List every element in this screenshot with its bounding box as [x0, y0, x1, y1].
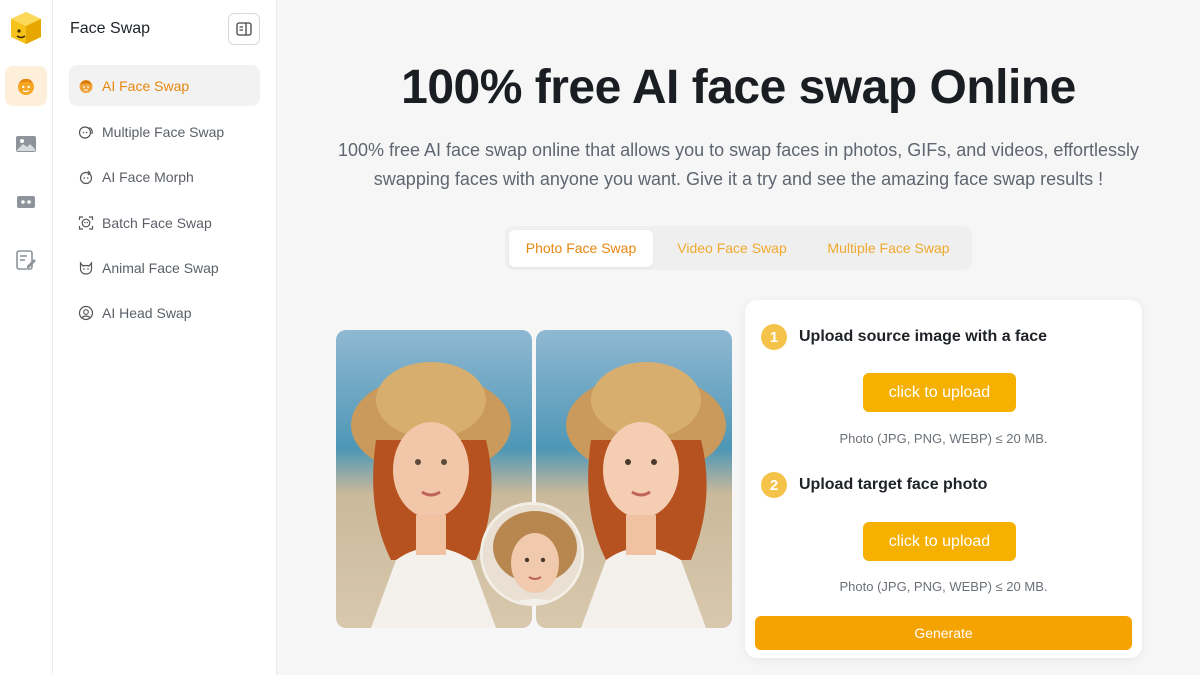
sidebar-item-label: AI Face Morph	[102, 168, 194, 185]
main-content: 100% free AI face swap Online 100% free …	[277, 0, 1200, 675]
upload-hint: Photo (JPG, PNG, WEBP) ≤ 20 MB.	[839, 431, 1048, 446]
upload-card: 1 Upload source image with a face click …	[745, 300, 1142, 658]
image-icon	[16, 136, 36, 152]
rail-image-button[interactable]	[5, 124, 47, 164]
sidebar-item-label: Multiple Face Swap	[102, 123, 225, 140]
face-swap-icon	[18, 78, 34, 95]
step-label: Upload target face photo	[799, 476, 988, 493]
swap-mode-tabs: Photo Face Swap Video Face Swap Multiple…	[505, 226, 972, 270]
edit-icon	[16, 250, 36, 270]
tab-photo-face-swap[interactable]: Photo Face Swap	[509, 229, 653, 267]
sidebar-item-multiple-face-swap[interactable]: Multiple Face Swap	[69, 111, 260, 152]
sidebar: Face Swap AI Face Swap Multiple Face Swa…	[53, 0, 277, 675]
page-subtitle: 100% free AI face swap online that allow…	[327, 136, 1150, 194]
sidebar-item-ai-face-swap[interactable]: AI Face Swap	[69, 65, 260, 106]
step-1: 1 Upload source image with a face	[761, 324, 1047, 350]
upload-source-button[interactable]: click to upload	[863, 373, 1016, 412]
generate-button[interactable]: Generate	[755, 616, 1132, 650]
upload-target-button[interactable]: click to upload	[863, 522, 1016, 561]
source-face-thumbnail	[480, 502, 584, 606]
tab-multiple-face-swap[interactable]: Multiple Face Swap	[811, 230, 966, 267]
step-number-badge: 2	[761, 472, 787, 498]
step-2: 2 Upload target face photo	[761, 472, 987, 498]
sidebar-item-label: Batch Face Swap	[102, 214, 212, 231]
subtitle-line: swapping faces with anyone you want. Giv…	[373, 169, 1104, 189]
video-icon	[17, 196, 35, 208]
sidebar-item-label: AI Face Swap	[102, 77, 190, 94]
tab-video-face-swap[interactable]: Video Face Swap	[653, 230, 811, 267]
step-label: Upload source image with a face	[799, 328, 1048, 345]
sidebar-collapse-button[interactable]	[228, 13, 260, 45]
sidebar-item-ai-head-swap[interactable]: AI Head Swap	[69, 292, 260, 333]
face-scan-icon	[77, 214, 95, 232]
sidebar-item-label: AI Head Swap	[102, 304, 192, 321]
subtitle-line: 100% free AI face swap online that allow…	[337, 140, 1140, 160]
sidebar-item-batch-face-swap[interactable]: Batch Face Swap	[69, 202, 260, 243]
page-title: 100% free AI face swap Online	[401, 61, 1076, 114]
cat-face-icon	[77, 259, 95, 277]
icon-rail	[0, 0, 53, 675]
panel-toggle-icon	[236, 22, 252, 36]
sidebar-item-label: Animal Face Swap	[102, 259, 219, 276]
rail-video-button[interactable]	[5, 182, 47, 222]
morph-icon	[77, 168, 95, 186]
sidebar-item-ai-face-morph[interactable]: AI Face Morph	[69, 156, 260, 197]
faces-icon	[77, 123, 95, 141]
rail-face-swap-button[interactable]	[5, 66, 47, 106]
face-smile-icon	[77, 77, 95, 95]
upload-hint: Photo (JPG, PNG, WEBP) ≤ 20 MB.	[839, 579, 1048, 594]
head-swap-icon	[77, 304, 95, 322]
app-logo-icon[interactable]	[9, 11, 43, 45]
sidebar-item-animal-face-swap[interactable]: Animal Face Swap	[69, 247, 260, 288]
sidebar-title: Face Swap	[70, 20, 151, 37]
example-preview	[336, 330, 732, 628]
step-number-badge: 1	[761, 324, 787, 350]
rail-edit-button[interactable]	[5, 240, 47, 280]
